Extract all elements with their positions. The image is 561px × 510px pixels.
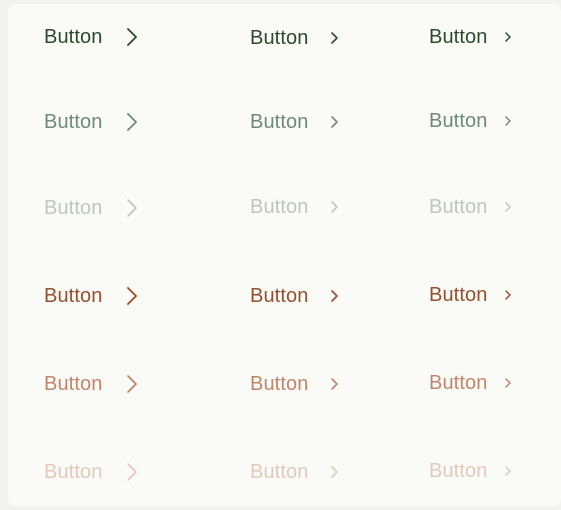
button-label: Button [429, 110, 488, 132]
button-label: Button [44, 197, 103, 219]
button-label: Button [429, 372, 488, 394]
button-row3-small[interactable]: Button [429, 193, 512, 221]
button-row2-medium[interactable]: Button [250, 108, 340, 136]
chevron-right-icon [127, 375, 138, 393]
button-row6-large[interactable]: Button [44, 458, 138, 486]
chevron-right-icon [505, 202, 512, 212]
button-label: Button [44, 461, 103, 483]
chevron-right-icon [127, 287, 138, 305]
chevron-right-icon [505, 116, 512, 126]
button-label: Button [250, 461, 309, 483]
button-row2-large[interactable]: Button [44, 108, 138, 136]
button-row4-small[interactable]: Button [429, 281, 512, 309]
chevron-right-icon [505, 32, 512, 42]
chevron-right-icon [505, 466, 512, 476]
button-label: Button [429, 26, 488, 48]
chevron-right-icon [505, 290, 512, 300]
chevron-right-icon [505, 378, 512, 388]
button-row6-medium[interactable]: Button [250, 458, 340, 486]
button-label: Button [429, 460, 488, 482]
button-label: Button [44, 26, 103, 48]
button-label: Button [44, 373, 103, 395]
button-label: Button [44, 285, 103, 307]
button-label: Button [250, 111, 309, 133]
button-row2-small[interactable]: Button [429, 107, 512, 135]
chevron-right-icon [127, 28, 138, 46]
button-row1-medium[interactable]: Button [250, 24, 340, 52]
button-label: Button [250, 373, 309, 395]
chevron-right-icon [331, 290, 339, 302]
button-label: Button [44, 111, 103, 133]
chevron-right-icon [331, 201, 339, 213]
button-row3-medium[interactable]: Button [250, 193, 340, 221]
button-row5-small[interactable]: Button [429, 369, 512, 397]
button-label: Button [429, 284, 488, 306]
chevron-right-icon [331, 466, 339, 478]
button-label: Button [250, 285, 309, 307]
button-row5-large[interactable]: Button [44, 370, 138, 398]
chevron-right-icon [127, 113, 138, 131]
button-row5-medium[interactable]: Button [250, 370, 340, 398]
button-row4-medium[interactable]: Button [250, 282, 340, 310]
button-label: Button [250, 196, 309, 218]
button-label: Button [250, 27, 309, 49]
chevron-right-icon [127, 463, 138, 481]
chevron-right-icon [127, 199, 138, 217]
chevron-right-icon [331, 32, 339, 44]
button-row1-small[interactable]: Button [429, 23, 512, 51]
button-label: Button [429, 196, 488, 218]
button-row1-large[interactable]: Button [44, 23, 138, 51]
chevron-right-icon [331, 378, 339, 390]
button-row3-large[interactable]: Button [44, 194, 138, 222]
button-showcase-panel [8, 4, 561, 506]
button-row4-large[interactable]: Button [44, 282, 138, 310]
chevron-right-icon [331, 116, 339, 128]
button-row6-small[interactable]: Button [429, 457, 512, 485]
